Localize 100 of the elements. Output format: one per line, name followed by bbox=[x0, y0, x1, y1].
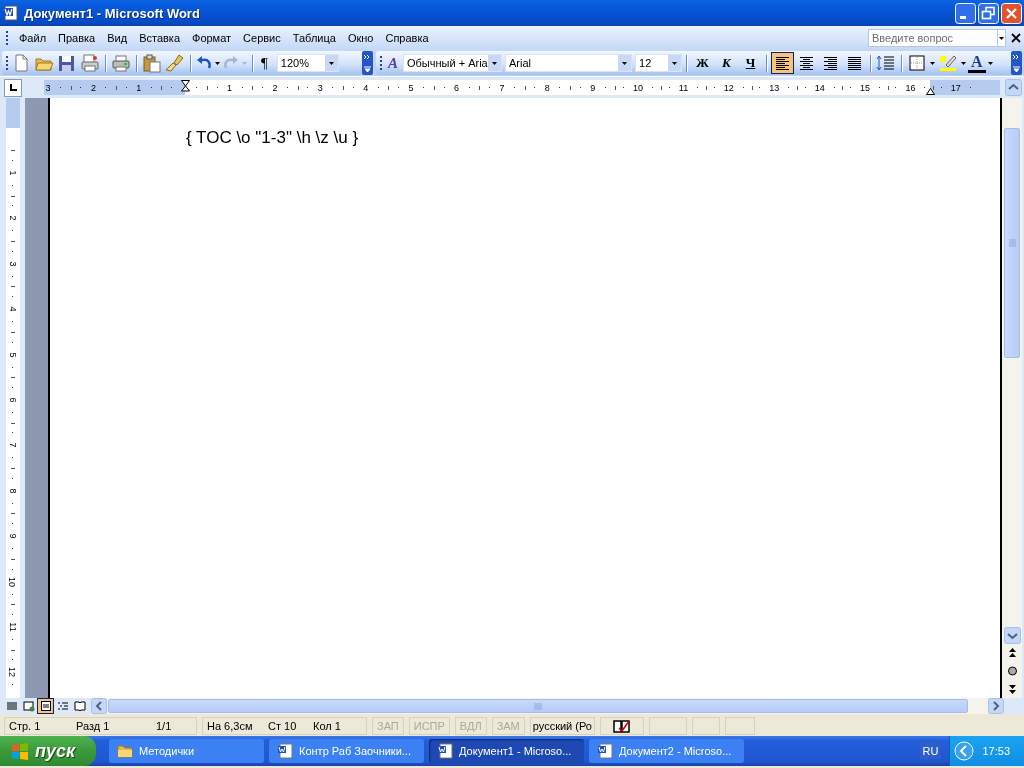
paragraph-lines-icon bbox=[775, 55, 790, 71]
view-icon bbox=[73, 700, 86, 712]
document-page[interactable]: { TOC \o "1-3" \h \z \u } bbox=[50, 98, 1002, 698]
ruler-number: 10 bbox=[633, 82, 644, 93]
menu-item[interactable]: Сервис bbox=[237, 30, 287, 46]
indent-marker-icon[interactable] bbox=[926, 88, 935, 95]
highlighter-icon[interactable] bbox=[937, 53, 959, 73]
language-indicator[interactable]: русский (Ро bbox=[529, 717, 595, 735]
show-hidden-icons-icon[interactable] bbox=[954, 741, 975, 761]
clock: 17:53 bbox=[982, 745, 1010, 757]
vertical-scrollbar[interactable] bbox=[1002, 98, 1022, 698]
tab-stop-button[interactable] bbox=[4, 78, 22, 97]
italic-button[interactable]: К bbox=[715, 52, 738, 74]
status-panel bbox=[648, 717, 687, 735]
minimize-icon[interactable] bbox=[955, 2, 976, 24]
indent-marker-icon[interactable] bbox=[181, 80, 190, 95]
printer-document-icon[interactable] bbox=[79, 53, 101, 73]
printer-icon[interactable] bbox=[110, 53, 132, 73]
ruler-number: 15 bbox=[860, 82, 871, 93]
view-icon bbox=[56, 700, 69, 712]
menu-item[interactable]: Вид bbox=[101, 30, 134, 46]
horizontal-ruler[interactable]: 3 2 1 1 2 3 4 5 6 7 8 9 10 11 12 13 14 15 16 17 bbox=[44, 80, 1000, 95]
start-button[interactable]: пуск bbox=[0, 736, 96, 766]
menu-item[interactable]: Окно bbox=[341, 30, 380, 46]
close-icon[interactable] bbox=[1001, 2, 1022, 24]
clipboard-icon[interactable] bbox=[141, 53, 163, 73]
ruler-number: 1 bbox=[7, 170, 18, 176]
ruler-number: 1 bbox=[135, 82, 142, 93]
ruler-number: 11 bbox=[678, 82, 689, 93]
ruler-number: 11 bbox=[7, 622, 18, 632]
menu-item[interactable]: Таблица bbox=[286, 30, 342, 46]
view-icon bbox=[39, 700, 52, 712]
menu-item[interactable]: Справка bbox=[379, 30, 435, 46]
windows-flag-icon bbox=[10, 741, 30, 761]
toolbar-grip-icon[interactable] bbox=[5, 29, 9, 47]
toolbar-grip-icon[interactable] bbox=[379, 54, 383, 72]
menu-item[interactable]: Файл bbox=[13, 30, 53, 46]
toolbar-options-icon[interactable] bbox=[1011, 51, 1022, 75]
menu-item[interactable]: Правка bbox=[52, 30, 102, 46]
document-icon bbox=[3, 5, 19, 21]
page-number: Стр. 1 bbox=[9, 720, 42, 732]
ruler-number: 9 bbox=[7, 533, 18, 539]
ruler-number: 9 bbox=[589, 82, 596, 93]
ruler-number: 1 bbox=[226, 82, 233, 93]
status-panel bbox=[724, 717, 755, 735]
underline-button[interactable]: Ч bbox=[739, 52, 762, 74]
paintbrush-icon[interactable] bbox=[164, 53, 186, 73]
help-search-field[interactable]: Введите вопрос bbox=[868, 29, 998, 47]
border-grid-icon[interactable] bbox=[906, 53, 928, 73]
show-formatting-marks-button[interactable]: ¶ bbox=[257, 52, 272, 74]
ruler-number: 10 bbox=[7, 576, 18, 587]
ruler-number: 4 bbox=[7, 306, 18, 312]
style-dropdown[interactable]: Обычный + Aria bbox=[403, 54, 502, 72]
taskbar-button[interactable]: Документ1 - Microso... bbox=[429, 739, 584, 763]
font-size-dropdown[interactable]: 12 bbox=[635, 54, 682, 72]
align-left-button[interactable] bbox=[771, 52, 794, 74]
menu-item[interactable]: Формат bbox=[186, 30, 238, 46]
document-icon bbox=[437, 743, 453, 759]
document-icon bbox=[277, 743, 293, 759]
font-color-button[interactable]: A bbox=[968, 53, 986, 73]
column-number: Кол 1 bbox=[313, 720, 341, 732]
print-layout-button[interactable] bbox=[37, 698, 54, 714]
zoom-dropdown[interactable]: 120% bbox=[276, 54, 339, 72]
taskbar-button[interactable]: Документ2 - Microso... bbox=[589, 739, 744, 763]
scroll-down-icon[interactable] bbox=[1003, 627, 1021, 644]
taskbar-button[interactable]: Контр Раб Заочники... bbox=[269, 739, 424, 763]
page-count: 1/1 bbox=[156, 720, 172, 732]
ruler-number: 8 bbox=[7, 488, 18, 494]
toolbar-grip-icon[interactable] bbox=[5, 54, 9, 72]
folder-icon bbox=[117, 743, 133, 759]
scroll-up-icon[interactable] bbox=[1005, 79, 1022, 96]
restore-icon[interactable] bbox=[978, 2, 999, 24]
line-number: Ст 10 bbox=[268, 720, 298, 732]
cursor-position: На 6,3см bbox=[207, 720, 254, 732]
ruler-number: 14 bbox=[814, 82, 825, 93]
reading-view-button[interactable] bbox=[71, 698, 88, 714]
close-document-icon[interactable] bbox=[1010, 32, 1022, 44]
menu-item[interactable]: Вставка bbox=[133, 30, 186, 46]
scroll-left-icon[interactable] bbox=[91, 698, 107, 714]
ruler-number: 2 bbox=[90, 82, 97, 93]
web-layout-button[interactable] bbox=[20, 698, 37, 714]
taskbar-button[interactable]: Методички bbox=[109, 739, 264, 763]
paragraph-lines-icon bbox=[847, 55, 862, 71]
tab-stop-icon bbox=[9, 83, 17, 92]
horizontal-scrollbar[interactable] bbox=[91, 698, 1004, 714]
language-indicator[interactable]: RU bbox=[919, 743, 942, 759]
vertical-ruler[interactable]: 1 2 3 4 5 6 7 8 9 10 11 12 bbox=[5, 98, 20, 698]
styles-button[interactable]: A bbox=[384, 52, 402, 74]
toolbar-options-icon[interactable] bbox=[362, 51, 373, 75]
scrollbar-thumb[interactable] bbox=[108, 699, 968, 713]
font-dropdown[interactable]: Arial bbox=[505, 54, 632, 72]
scrollbar-thumb[interactable] bbox=[1004, 128, 1020, 358]
line-spacing-icon[interactable] bbox=[875, 53, 897, 73]
scroll-right-icon[interactable] bbox=[988, 698, 1004, 714]
bold-button[interactable]: Ж bbox=[691, 52, 714, 74]
spelling-book-icon[interactable] bbox=[612, 719, 631, 733]
status-panel bbox=[691, 717, 720, 735]
ruler-number: 2 bbox=[271, 82, 278, 93]
section-number: Разд 1 bbox=[76, 720, 111, 732]
ruler-number: 13 bbox=[769, 82, 780, 93]
